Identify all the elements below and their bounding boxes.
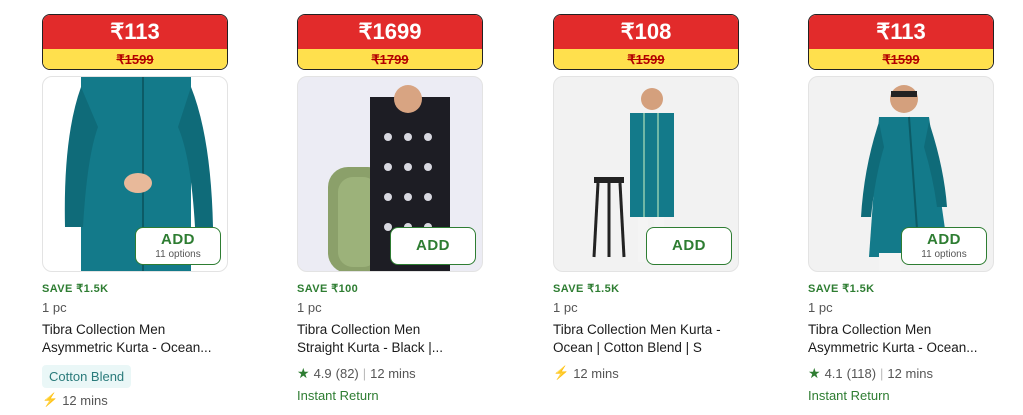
mrp-strikethrough: ₹1599 [554, 49, 738, 69]
mrp-strikethrough: ₹1599 [809, 49, 993, 69]
savings-label: SAVE ₹1.5K [553, 283, 620, 295]
options-count: 11 options [921, 249, 967, 260]
delivery-eta: ⚡ 12 mins [42, 392, 230, 408]
title-line-2: Asymmetric Kurta - Ocean... [808, 340, 978, 355]
title-line-2: Straight Kurta - Black |... [297, 340, 444, 355]
product-title[interactable]: Tibra Collection Men Straight Kurta - Bl… [297, 321, 485, 357]
product-card[interactable]: ₹108 ₹1599 ADD SAVE ₹1.5K 1 pc Tibra Col… [553, 14, 741, 381]
product-image[interactable]: ADD 11 options [42, 76, 228, 272]
add-button[interactable]: ADD 11 options [135, 227, 221, 265]
return-policy: Instant Return [297, 388, 379, 403]
price-tag: ₹108 ₹1599 [553, 14, 739, 70]
rating-value: 4.9 [313, 366, 332, 381]
star-icon: ★ [808, 365, 821, 381]
review-count: (82) [335, 366, 359, 381]
eta-text: 12 mins [573, 365, 619, 381]
add-label: ADD [416, 237, 450, 254]
material-chip: Cotton Blend [42, 365, 132, 388]
options-count: 11 options [155, 249, 201, 260]
title-line-1: Tibra Collection Men Kurta - [553, 322, 721, 337]
price: ₹113 [43, 15, 227, 49]
lightning-icon: ⚡ [553, 365, 570, 380]
product-image[interactable]: ADD 11 options [808, 76, 994, 272]
delivery-eta: ⚡ 12 mins [553, 365, 741, 381]
product-card[interactable]: ₹113 ₹1599 ADD 11 options SAVE ₹1.5K 1 p… [42, 14, 230, 408]
savings-label: SAVE ₹1.5K [42, 283, 109, 295]
price-tag: ₹113 ₹1599 [808, 14, 994, 70]
product-title[interactable]: Tibra Collection Men Kurta - Ocean | Cot… [553, 321, 741, 357]
product-title[interactable]: Tibra Collection Men Asymmetric Kurta - … [42, 321, 230, 357]
separator: | [362, 366, 367, 381]
lightning-icon: ⚡ [42, 392, 59, 407]
rating-row: ★ 4.1 (118) | 12 mins [808, 365, 996, 382]
quantity-label: 1 pc [553, 300, 578, 315]
quantity-label: 1 pc [297, 300, 322, 315]
eta-text: 12 mins [887, 366, 933, 381]
mrp-strikethrough: ₹1799 [298, 49, 482, 69]
eta-text: 12 mins [62, 392, 108, 408]
savings-label: SAVE ₹100 [297, 283, 359, 295]
add-label: ADD [927, 231, 961, 248]
rating-value: 4.1 [824, 366, 843, 381]
add-button[interactable]: ADD 11 options [901, 227, 987, 265]
title-line-1: Tibra Collection Men [42, 322, 166, 337]
title-line-1: Tibra Collection Men [297, 322, 421, 337]
price: ₹113 [809, 15, 993, 49]
rating-row: ★ 4.9 (82) | 12 mins [297, 365, 485, 382]
add-button[interactable]: ADD [390, 227, 476, 265]
product-card[interactable]: ₹113 ₹1599 ADD 11 options SAVE ₹1.5K 1 p… [808, 14, 996, 403]
price-tag: ₹113 ₹1599 [42, 14, 228, 70]
quantity-label: 1 pc [42, 300, 67, 315]
title-line-1: Tibra Collection Men [808, 322, 932, 337]
eta-text: 12 mins [370, 366, 416, 381]
title-line-2: Ocean | Cotton Blend | S [553, 340, 702, 355]
product-card[interactable]: ₹1699 ₹1799 ADD SAVE ₹100 1 pc Tibra Col… [297, 14, 485, 403]
star-icon: ★ [297, 365, 310, 381]
price-tag: ₹1699 ₹1799 [297, 14, 483, 70]
savings-label: SAVE ₹1.5K [808, 283, 875, 295]
return-policy: Instant Return [808, 388, 890, 403]
quantity-label: 1 pc [808, 300, 833, 315]
price: ₹108 [554, 15, 738, 49]
product-image[interactable]: ADD [553, 76, 739, 272]
price: ₹1699 [298, 15, 482, 49]
product-image[interactable]: ADD [297, 76, 483, 272]
separator: | [880, 366, 884, 381]
mrp-strikethrough: ₹1599 [43, 49, 227, 69]
product-title[interactable]: Tibra Collection Men Asymmetric Kurta - … [808, 321, 996, 357]
title-line-2: Asymmetric Kurta - Ocean... [42, 340, 212, 355]
add-label: ADD [161, 231, 195, 248]
add-button[interactable]: ADD [646, 227, 732, 265]
review-count: (118) [846, 366, 877, 381]
add-label: ADD [672, 237, 706, 254]
